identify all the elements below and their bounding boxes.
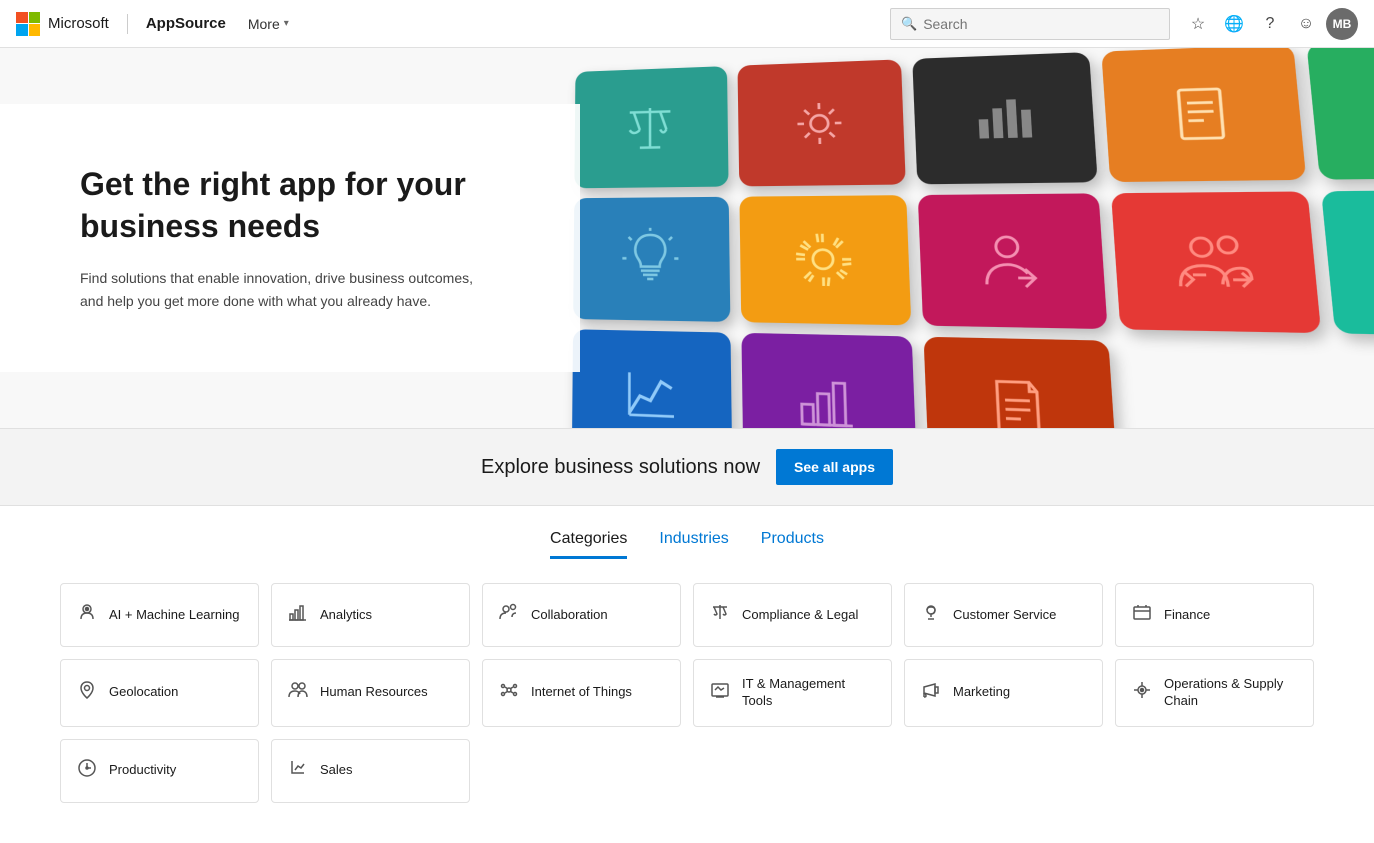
category-label: Compliance & Legal <box>742 607 858 624</box>
category-label: Geolocation <box>109 684 178 701</box>
tile-document-orange <box>1101 48 1306 182</box>
hero-image <box>552 48 1374 428</box>
explore-bar: Explore business solutions now See all a… <box>0 428 1374 506</box>
category-label: Customer Service <box>953 607 1056 624</box>
globe-icon[interactable]: 🌐 <box>1218 8 1250 40</box>
tile-team-red <box>1111 191 1321 333</box>
tab-industries[interactable]: Industries <box>659 530 728 559</box>
category-card-marketing[interactable]: Marketing <box>904 659 1103 727</box>
category-label: AI + Machine Learning <box>109 607 239 624</box>
see-all-button[interactable]: See all apps <box>776 449 893 485</box>
hero-section: Get the right app for your business need… <box>0 48 1374 428</box>
tile-purple <box>741 333 917 428</box>
nav-divider <box>127 14 128 34</box>
category-icon <box>497 680 521 706</box>
category-card-compliance-legal[interactable]: Compliance & Legal <box>693 583 892 647</box>
category-icon <box>919 602 943 628</box>
category-label: Finance <box>1164 607 1210 624</box>
category-card-analytics[interactable]: Analytics <box>271 583 470 647</box>
categories-section: AI + Machine Learning Analytics Collaborat… <box>0 559 1374 843</box>
tile-legal <box>574 66 728 188</box>
smiley-icon[interactable]: ☺ <box>1290 8 1322 40</box>
appsource-name: AppSource <box>146 15 226 32</box>
category-icon <box>75 758 99 784</box>
category-icon <box>75 680 99 706</box>
category-label: Productivity <box>109 762 176 779</box>
category-card-collaboration[interactable]: Collaboration <box>482 583 681 647</box>
logo-area: Microsoft AppSource <box>16 12 226 36</box>
category-icon <box>75 602 99 628</box>
search-input[interactable] <box>923 16 1143 32</box>
tile-gear-gold <box>739 195 911 325</box>
category-card-human-resources[interactable]: Human Resources <box>271 659 470 727</box>
category-label: Marketing <box>953 684 1010 701</box>
category-card-productivity[interactable]: Productivity <box>60 739 259 803</box>
category-icon <box>286 680 310 706</box>
category-label: Operations & Supply Chain <box>1164 676 1299 710</box>
hero-text-area: Get the right app for your business need… <box>0 104 580 372</box>
category-label: Analytics <box>320 607 372 624</box>
tab-products[interactable]: Products <box>761 530 824 559</box>
category-icon <box>919 680 943 706</box>
chevron-down-icon: ▾ <box>284 18 289 29</box>
category-icon <box>1130 602 1154 628</box>
microsoft-logo <box>16 12 40 36</box>
category-label: IT & Management Tools <box>742 676 877 710</box>
category-icon <box>708 602 732 628</box>
hero-title: Get the right app for your business need… <box>80 164 500 247</box>
tile-bulb-blue <box>573 197 730 322</box>
tile-person-magenta <box>918 193 1108 329</box>
search-box[interactable]: 🔍 <box>890 8 1170 40</box>
category-label: Collaboration <box>531 607 608 624</box>
navbar: Microsoft AppSource More ▾ 🔍 ☆ 🌐 ? ☺ MB <box>0 0 1374 48</box>
category-card-finance[interactable]: Finance <box>1115 583 1314 647</box>
category-label: Internet of Things <box>531 684 632 701</box>
nav-icons: ☆ 🌐 ? ☺ MB <box>1182 8 1358 40</box>
tile-redorange <box>924 337 1118 428</box>
category-icon <box>708 680 732 706</box>
tile-green <box>1306 48 1374 180</box>
hero-subtitle: Find solutions that enable innovation, d… <box>80 267 500 312</box>
category-label: Human Resources <box>320 684 428 701</box>
search-icon: 🔍 <box>901 16 917 32</box>
category-card-internet-of-things[interactable]: Internet of Things <box>482 659 681 727</box>
category-icon <box>286 602 310 628</box>
tab-categories[interactable]: Categories <box>550 530 627 559</box>
category-card-ai-machine-learning[interactable]: AI + Machine Learning <box>60 583 259 647</box>
category-icon <box>497 602 521 628</box>
category-card-it-management-tools[interactable]: IT & Management Tools <box>693 659 892 727</box>
tabs-container: Categories Industries Products <box>0 506 1374 559</box>
more-label: More <box>248 16 280 32</box>
tile-teal-green <box>1321 189 1374 337</box>
tile-settings-red <box>737 59 905 186</box>
favorite-icon[interactable]: ☆ <box>1182 8 1214 40</box>
categories-grid: AI + Machine Learning Analytics Collaborat… <box>60 583 1314 803</box>
category-label: Sales <box>320 762 353 779</box>
category-card-geolocation[interactable]: Geolocation <box>60 659 259 727</box>
category-card-customer-service[interactable]: Customer Service <box>904 583 1103 647</box>
category-icon <box>1130 680 1154 706</box>
explore-text: Explore business solutions now <box>481 456 760 479</box>
brand-name: Microsoft <box>48 15 109 32</box>
category-card-sales[interactable]: Sales <box>271 739 470 803</box>
tile-chart-blue <box>572 329 732 428</box>
avatar[interactable]: MB <box>1326 8 1358 40</box>
more-menu[interactable]: More ▾ <box>242 12 295 36</box>
help-icon[interactable]: ? <box>1254 8 1286 40</box>
tile-analytics-dark <box>912 52 1097 184</box>
category-icon <box>286 758 310 784</box>
category-card-operations-supply-chain[interactable]: Operations & Supply Chain <box>1115 659 1314 727</box>
